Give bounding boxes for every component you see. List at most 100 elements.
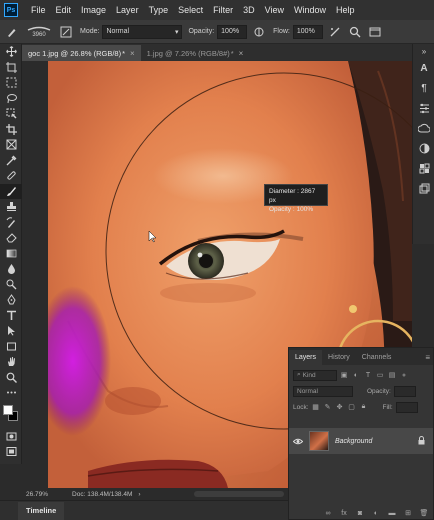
search-icon: ⌕ (297, 371, 301, 378)
swatches-panel-icon[interactable] (413, 158, 434, 178)
menu-view[interactable]: View (260, 0, 289, 20)
menu-bar: Ps File Edit Image Layer Type Select Fil… (0, 0, 434, 20)
menu-window[interactable]: Window (289, 0, 331, 20)
tab-goc-1[interactable]: goc 1.jpg @ 26.8% (RGB/8) * × (22, 45, 141, 61)
filter-adjustment-icon[interactable]: ◐ (351, 370, 361, 380)
opacity-field[interactable]: 100% (217, 24, 248, 39)
menu-filter[interactable]: Filter (208, 0, 238, 20)
fill-field[interactable] (395, 401, 418, 413)
clone-stamp-tool-icon[interactable] (0, 199, 22, 215)
rectangle-tool-icon[interactable] (0, 339, 22, 355)
brush-tool-icon[interactable] (0, 183, 22, 199)
object-selection-tool-icon[interactable] (0, 106, 22, 122)
menu-file[interactable]: File (26, 0, 51, 20)
mode-select[interactable]: Normal ▾ (102, 24, 183, 39)
quick-mask-icon[interactable] (0, 429, 22, 445)
opacity-value: 100% (221, 28, 240, 35)
dodge-tool-icon[interactable] (0, 277, 22, 293)
tab-layers[interactable]: Layers (289, 350, 323, 365)
libraries-panel-icon[interactable] (413, 118, 434, 138)
pressure-opacity-icon[interactable] (251, 24, 267, 40)
pen-tool-icon[interactable] (0, 292, 22, 308)
menu-image[interactable]: Image (76, 0, 111, 20)
filter-pixel-icon[interactable]: ▣ (339, 370, 349, 380)
status-expand-icon[interactable]: › (138, 491, 140, 498)
menu-3d[interactable]: 3D (238, 0, 260, 20)
blur-tool-icon[interactable] (0, 261, 22, 277)
fx-icon[interactable]: fx (339, 508, 349, 518)
close-icon[interactable]: × (239, 49, 244, 58)
paragraph-panel-icon[interactable]: ¶ (413, 78, 434, 98)
adjustment-layer-icon[interactable]: ◐ (371, 508, 381, 518)
workspace-icon[interactable] (367, 24, 383, 40)
artboard-tool-icon[interactable] (0, 60, 22, 76)
eraser-tool-icon[interactable] (0, 230, 22, 246)
marquee-tool-icon[interactable] (0, 75, 22, 91)
brush-settings-icon[interactable] (58, 24, 74, 40)
panel-dock: » A ¶ (412, 44, 434, 244)
menu-layer[interactable]: Layer (111, 0, 144, 20)
new-layer-icon[interactable]: ⊞ (403, 508, 413, 518)
adjustments-panel-icon[interactable] (413, 138, 434, 158)
link-layers-icon[interactable]: ∞ (323, 508, 333, 518)
layer-row[interactable]: Background (289, 428, 433, 454)
add-mask-icon[interactable]: ◙ (355, 508, 365, 518)
lock-pixels-icon[interactable]: ✎ (323, 402, 333, 412)
character-panel-icon[interactable]: A (413, 58, 434, 78)
zoom-tool-icon[interactable] (0, 370, 22, 386)
screen-mode-icon[interactable] (0, 444, 22, 460)
type-tool-icon[interactable] (0, 308, 22, 324)
history-brush-tool-icon[interactable] (0, 215, 22, 231)
lasso-tool-icon[interactable] (0, 91, 22, 107)
filter-kind-value: Kind (302, 371, 316, 379)
blend-mode-select[interactable]: Normal (293, 385, 353, 397)
layer-opacity-field[interactable] (393, 385, 416, 397)
layer-filter-select[interactable]: ⌕ Kind (293, 369, 337, 381)
diameter-label: Diameter : (269, 188, 299, 195)
menu-help[interactable]: Help (331, 0, 360, 20)
hand-tool-icon[interactable] (0, 354, 22, 370)
lock-position-icon[interactable]: ✥ (335, 402, 345, 412)
horizontal-scrollbar[interactable] (194, 491, 284, 497)
layer-name[interactable]: Background (335, 438, 372, 445)
gradient-tool-icon[interactable] (0, 246, 22, 262)
collapse-icon[interactable]: » (413, 44, 434, 58)
search-icon[interactable] (347, 24, 363, 40)
filter-type-icon[interactable]: T (363, 370, 373, 380)
properties-panel-icon[interactable] (413, 98, 434, 118)
lock-all-icon[interactable]: 🔒︎ (359, 402, 369, 412)
flow-field[interactable]: 100% (292, 24, 323, 39)
lock-transparent-icon[interactable]: ▦ (311, 402, 321, 412)
brush-tool-icon[interactable] (4, 24, 20, 40)
flow-value: 100% (296, 28, 315, 35)
zoom-level[interactable]: 26.79% (22, 491, 52, 498)
tab-history[interactable]: History (322, 350, 356, 365)
trash-icon[interactable]: 🗑︎ (419, 508, 429, 518)
close-icon[interactable]: × (130, 49, 135, 58)
menu-edit[interactable]: Edit (51, 0, 77, 20)
blend-mode-value: Normal (297, 387, 318, 395)
menu-select[interactable]: Select (173, 0, 208, 20)
eyedropper-tool-icon[interactable] (0, 153, 22, 169)
foreground-color-swatch[interactable] (3, 404, 13, 415)
filter-toggle-icon[interactable]: ● (399, 370, 409, 380)
styles-panel-icon[interactable] (413, 178, 434, 198)
filter-smart-object-icon[interactable]: ▤ (387, 370, 397, 380)
brush-preset-picker[interactable]: 3960 (24, 24, 54, 40)
frame-tool-icon[interactable] (0, 137, 22, 153)
healing-brush-tool-icon[interactable] (0, 168, 22, 184)
tab-timeline[interactable]: Timeline (18, 501, 65, 520)
tab-channels[interactable]: Channels (356, 350, 398, 365)
panel-menu-icon[interactable]: ≡ (425, 350, 430, 365)
move-tool-icon[interactable] (0, 44, 22, 60)
more-tools-icon[interactable] (0, 385, 22, 401)
path-selection-tool-icon[interactable] (0, 323, 22, 339)
tab-1[interactable]: 1.jpg @ 7.26% (RGB/8#) * × (140, 45, 250, 61)
airbrush-icon[interactable] (327, 24, 343, 40)
group-icon[interactable]: ▬ (387, 508, 397, 518)
filter-shape-icon[interactable]: ▭ (375, 370, 385, 380)
crop-tool-icon[interactable] (0, 122, 22, 138)
eye-icon[interactable] (289, 438, 307, 445)
lock-artboard-icon[interactable]: ▢ (347, 402, 357, 412)
menu-type[interactable]: Type (144, 0, 174, 20)
